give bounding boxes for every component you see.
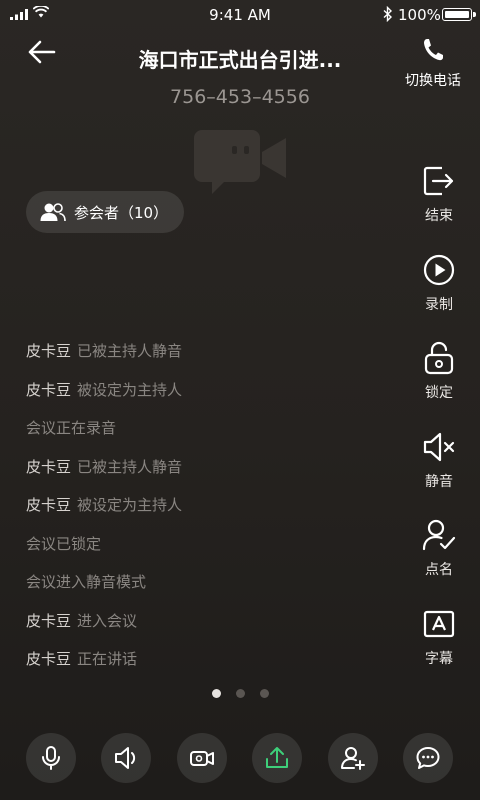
chat-icon — [416, 747, 440, 769]
status-bar: 9:41 AM 100% — [0, 0, 480, 30]
roll-call-label: 点名 — [425, 562, 453, 579]
log-entry: 皮卡豆 已被主持人静音 — [26, 456, 386, 495]
chat-button[interactable] — [403, 733, 453, 783]
microphone-icon — [42, 746, 60, 770]
switch-phone-button[interactable]: 切换电话 — [396, 36, 470, 90]
unlock-icon — [424, 342, 454, 375]
log-entry: 会议已锁定 — [26, 533, 386, 572]
bottom-toolbar — [26, 733, 456, 783]
side-actions: 结束 录制 锁定 静音 点名 字幕 — [408, 164, 470, 696]
record-label: 录制 — [425, 296, 453, 313]
captions-label: 字幕 — [425, 650, 453, 667]
log-user-name: 皮卡豆 — [26, 457, 72, 476]
speaker-mute-icon — [423, 432, 455, 461]
log-entry: 会议进入静音模式 — [26, 571, 386, 610]
log-message: 被设定为主持人 — [77, 380, 183, 399]
captions-button[interactable]: 字幕 — [408, 607, 470, 696]
log-user-name: 皮卡豆 — [26, 650, 72, 668]
participants-button[interactable]: 参会者（10） — [26, 191, 185, 233]
log-user-name: 皮卡豆 — [26, 611, 72, 630]
page-dot-active[interactable] — [211, 689, 221, 698]
speaker-icon — [115, 747, 136, 769]
phone-icon — [424, 39, 443, 61]
caption-icon — [423, 610, 455, 638]
log-system-message: 会议已锁定 — [26, 534, 102, 553]
log-message: 进入会议 — [77, 611, 138, 630]
share-button[interactable] — [252, 733, 302, 783]
video-camera-icon — [190, 751, 214, 766]
switch-phone-label: 切换电话 — [405, 73, 461, 89]
activity-log: 皮卡豆 已被主持人静音 皮卡豆 被设定为主持人 会议正在录音 皮卡豆 已被主持人静音 … — [26, 340, 386, 687]
bluetooth-icon — [383, 6, 393, 22]
log-message: 被设定为主持人 — [77, 496, 183, 514]
meeting-title: 海口市正式出台引进... — [138, 48, 342, 72]
battery-percent: 100% — [398, 6, 441, 24]
share-upload-icon — [266, 747, 288, 768]
page-indicator — [0, 689, 480, 698]
participants-icon — [40, 203, 66, 222]
add-user-icon — [341, 747, 365, 770]
log-entry: 皮卡豆 被设定为主持人 — [26, 494, 386, 533]
battery-icon — [442, 8, 476, 21]
log-message: 已被主持人静音 — [77, 457, 183, 476]
record-button[interactable]: 录制 — [408, 253, 470, 342]
invite-button[interactable] — [328, 733, 378, 783]
exit-icon — [423, 166, 454, 196]
lock-button[interactable]: 锁定 — [408, 341, 470, 430]
log-entry: 皮卡豆 正在讲话 — [26, 648, 386, 687]
log-system-message: 会议正在录音 — [26, 419, 117, 437]
microphone-button[interactable] — [26, 733, 76, 783]
end-meeting-label: 结束 — [425, 208, 453, 224]
roll-call-button[interactable]: 点名 — [408, 518, 470, 607]
back-arrow-icon[interactable] — [26, 38, 58, 66]
camera-button[interactable] — [177, 733, 227, 783]
log-entry: 皮卡豆 进入会议 — [26, 610, 386, 649]
speaker-button[interactable] — [101, 733, 151, 783]
mute-all-button[interactable]: 静音 — [408, 430, 470, 519]
video-call-watermark-icon — [194, 130, 286, 194]
log-entry: 皮卡豆 被设定为主持人 — [26, 379, 386, 418]
log-entry: 会议正在录音 — [26, 417, 386, 456]
end-meeting-button[interactable]: 结束 — [408, 164, 470, 253]
log-message: 正在讲话 — [77, 650, 138, 668]
log-user-name: 皮卡豆 — [26, 342, 72, 360]
record-play-icon — [423, 254, 455, 285]
lock-label: 锁定 — [425, 385, 453, 402]
log-user-name: 皮卡豆 — [26, 496, 72, 514]
log-user-name: 皮卡豆 — [26, 380, 72, 399]
participants-label: 参会者（10） — [74, 203, 169, 222]
log-system-message: 会议进入静音模式 — [26, 573, 147, 591]
page-dot[interactable] — [235, 689, 245, 698]
log-message: 已被主持人静音 — [77, 342, 183, 360]
log-entry: 皮卡豆 已被主持人静音 — [26, 340, 386, 379]
mute-all-label: 静音 — [425, 473, 453, 490]
page-dot[interactable] — [259, 689, 269, 698]
user-check-icon — [422, 520, 456, 551]
